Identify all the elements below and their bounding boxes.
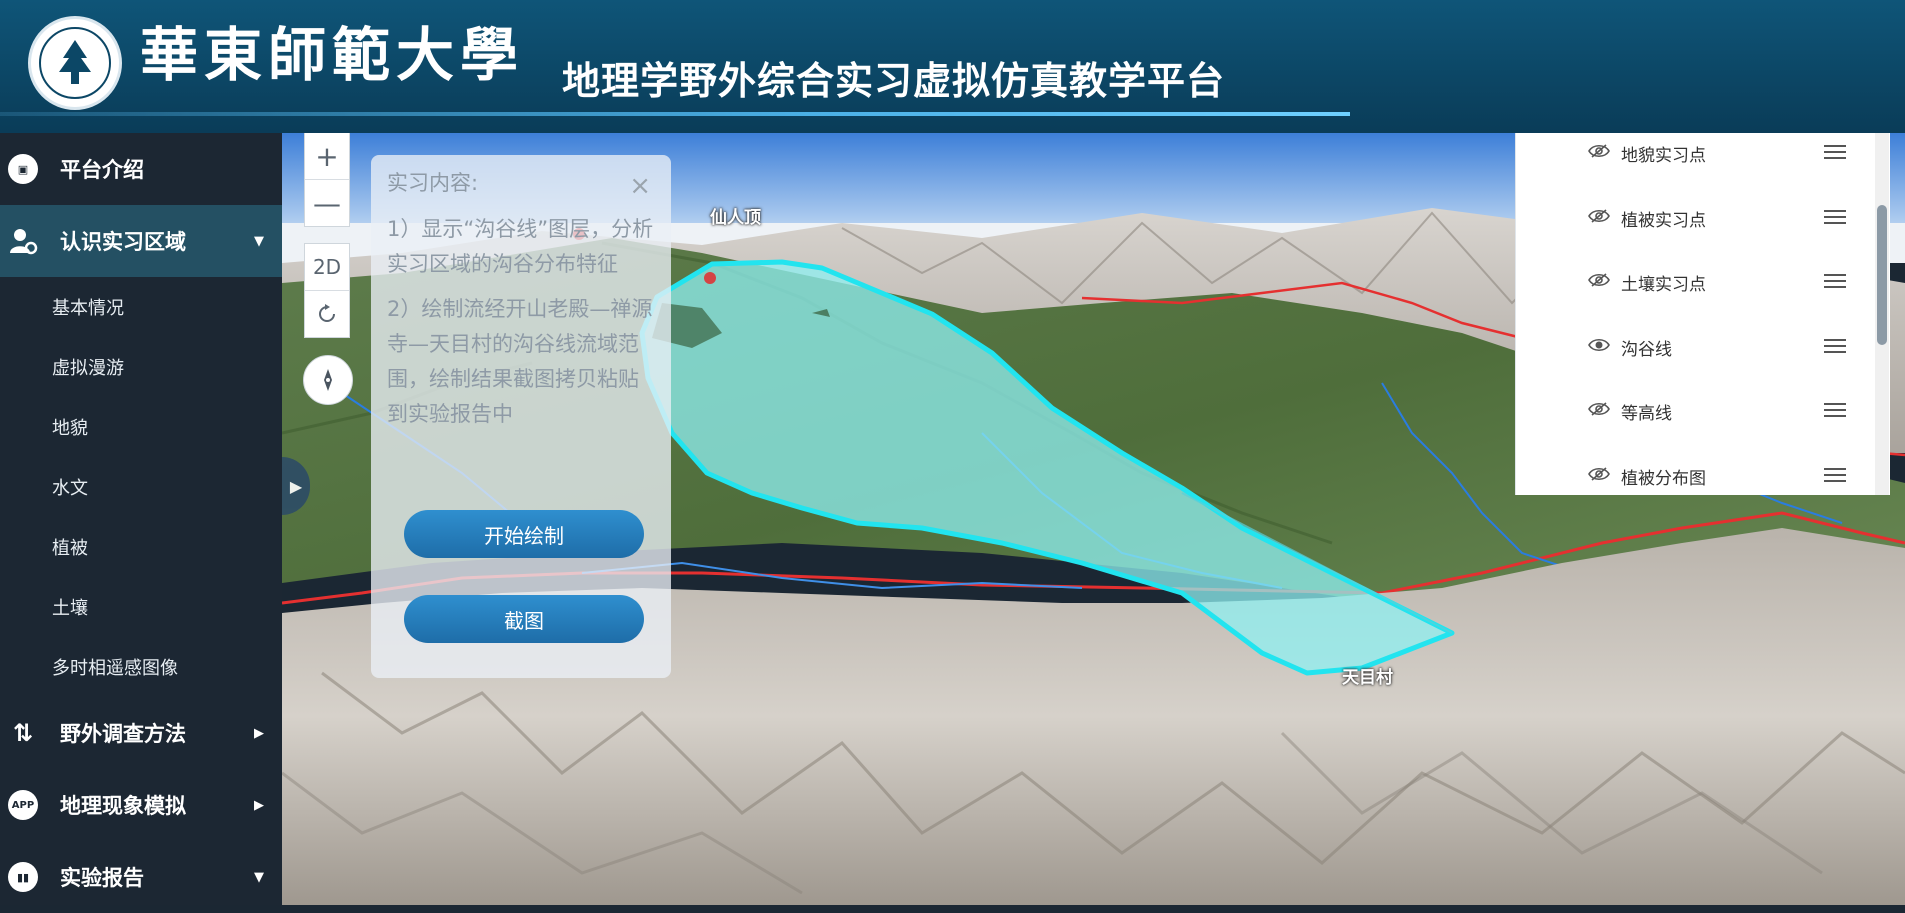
pine-tree-icon (59, 40, 91, 84)
app-header: 華東師範大學 地理学野外综合实习虚拟仿真教学平台 (0, 0, 1905, 133)
menu-icon[interactable] (1824, 468, 1846, 482)
layer-name: 沟谷线 (1621, 339, 1672, 360)
point-marker[interactable] (704, 272, 716, 284)
sidebar-subitem-vegetation[interactable]: 植被 (0, 517, 282, 577)
layer-name: 植被分布图 (1621, 468, 1706, 489)
sidebar-subitem-roaming[interactable]: 虚拟漫游 (0, 337, 282, 397)
layer-panel: 地貌实习点 植被实习点 土壤实习点 沟谷线 等高线 植被分布图 (1515, 133, 1890, 495)
university-logo (28, 16, 122, 110)
compass-icon (324, 369, 332, 391)
layer-row[interactable]: 土壤实习点 (1516, 262, 1876, 302)
view-control: 2D (304, 243, 350, 338)
sidebar-subitem-landform[interactable]: 地貌 (0, 397, 282, 457)
eye-hidden-icon[interactable] (1588, 208, 1610, 224)
platform-title: 地理学野外综合实习虚拟仿真教学平台 (562, 59, 1226, 103)
layer-row[interactable]: 植被分布图 (1516, 456, 1876, 495)
reset-view-button[interactable] (305, 290, 349, 337)
sidebar-item-label: 认识实习区域 (60, 230, 186, 254)
sidebar-item-label: 地理现象模拟 (60, 794, 186, 818)
monitor-icon: ▣ (8, 154, 38, 184)
route-icon: ⇅ (12, 719, 34, 747)
map-label-peak: 仙人顶 (710, 208, 761, 228)
start-drawing-button[interactable]: 开始绘制 (404, 510, 644, 558)
map-3d-view[interactable]: 仙人顶 天目村 + — 2D ▶ 实习内容: × 1）显示“沟谷线”图层，分析实… (282, 133, 1905, 905)
sidebar-item-label: 实验报告 (60, 866, 144, 890)
layer-name: 地貌实习点 (1621, 145, 1706, 166)
task-panel-title: 实习内容: (387, 171, 479, 195)
caret-down-icon: ▼ (254, 869, 264, 885)
sidebar: ▣ 平台介绍 认识实习区域 ▼ 基本情况 虚拟漫游 地貌 水文 植被 土壤 多时… (0, 133, 282, 905)
sidebar-item-label: 野外调查方法 (60, 722, 186, 746)
layer-name: 植被实习点 (1621, 210, 1706, 231)
eye-hidden-icon[interactable] (1588, 466, 1610, 482)
sidebar-subitem-remote-sensing[interactable]: 多时相遥感图像 (0, 637, 282, 697)
header-accent-line (0, 112, 1350, 116)
layer-name: 土壤实习点 (1621, 274, 1706, 295)
sidebar-item-intro[interactable]: ▣ 平台介绍 (0, 133, 282, 205)
university-name: 華東師範大學 (140, 21, 525, 89)
caret-right-icon: ▶ (254, 797, 264, 813)
task-item-1: 1）显示“沟谷线”图层，分析实习区域的沟谷分布特征 (387, 217, 654, 276)
layer-row[interactable]: 沟谷线 (1516, 327, 1876, 367)
menu-icon[interactable] (1824, 339, 1846, 353)
layer-row[interactable]: 植被实习点 (1516, 198, 1876, 238)
sidebar-item-report[interactable]: ▮▮ 实验报告 ▼ (0, 841, 282, 913)
rotate-icon (319, 304, 335, 322)
sidebar-item-region[interactable]: 认识实习区域 ▼ (0, 205, 282, 277)
layer-row[interactable]: 等高线 (1516, 391, 1876, 431)
sidebar-item-field-methods[interactable]: ⇅ 野外调查方法 ▶ (0, 697, 282, 769)
eye-visible-icon[interactable] (1588, 337, 1610, 353)
eye-hidden-icon[interactable] (1588, 272, 1610, 288)
menu-icon[interactable] (1824, 274, 1846, 288)
caret-down-icon: ▼ (254, 233, 264, 249)
eye-hidden-icon[interactable] (1588, 143, 1610, 159)
layer-panel-scrollbar[interactable] (1875, 133, 1889, 495)
user-settings-icon (8, 226, 38, 256)
zoom-control: + — (304, 133, 350, 227)
eye-hidden-icon[interactable] (1588, 401, 1610, 417)
zoom-out-button[interactable]: — (305, 179, 349, 226)
sidebar-subitem-soil[interactable]: 土壤 (0, 577, 282, 637)
task-panel: 实习内容: × 1）显示“沟谷线”图层，分析实习区域的沟谷分布特征 2）绘制流经… (371, 155, 671, 678)
caret-right-icon: ▶ (254, 725, 264, 741)
task-item-2: 2）绘制流经开山老殿—禅源寺—天目村的沟谷线流域范围，绘制结果截图拷贝粘贴到实验… (387, 297, 653, 426)
layer-name: 等高线 (1621, 403, 1672, 424)
layer-row[interactable]: 地貌实习点 (1516, 133, 1876, 173)
sidebar-subitem-basic[interactable]: 基本情况 (0, 277, 282, 337)
bar-chart-icon: ▮▮ (8, 862, 38, 892)
zoom-in-button[interactable]: + (305, 133, 349, 179)
menu-icon[interactable] (1824, 403, 1846, 417)
scrollbar-thumb[interactable] (1877, 205, 1887, 345)
compass-button[interactable] (303, 355, 353, 405)
sidebar-item-label: 平台介绍 (60, 158, 144, 182)
sidebar-subitem-hydrology[interactable]: 水文 (0, 457, 282, 517)
map-label-village: 天目村 (1342, 668, 1393, 688)
screenshot-button[interactable]: 截图 (404, 595, 644, 643)
menu-icon[interactable] (1824, 210, 1846, 224)
app-icon: APP (8, 790, 38, 820)
sidebar-item-simulation[interactable]: APP 地理现象模拟 ▶ (0, 769, 282, 841)
close-icon[interactable]: × (629, 173, 651, 199)
menu-icon[interactable] (1824, 145, 1846, 159)
view-2d-button[interactable]: 2D (305, 244, 349, 290)
chevron-right-icon: ▶ (289, 476, 303, 496)
